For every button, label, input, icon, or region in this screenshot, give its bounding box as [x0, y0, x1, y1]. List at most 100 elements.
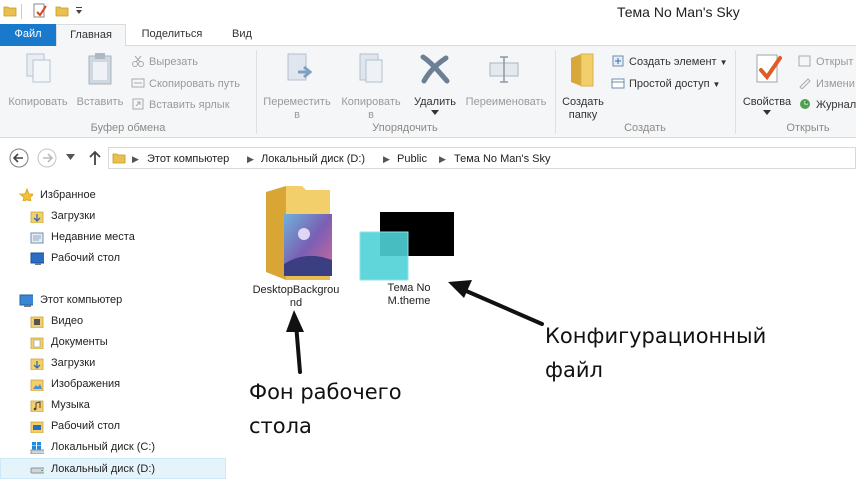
new-folder-label-2: папку [568, 109, 598, 121]
nav-documents[interactable]: Документы [0, 332, 226, 353]
ribbon-separator [735, 50, 736, 134]
qat-divider [21, 4, 22, 19]
arrow-to-theme-file [448, 280, 544, 326]
open-label: Открыт [816, 56, 854, 68]
tab-file[interactable]: Файл [0, 24, 56, 46]
properties-icon [756, 54, 782, 83]
easy-access-label: Простой доступ [629, 78, 710, 90]
nav-disk-d-label: Локальный диск (D:) [51, 463, 156, 475]
nav-fav-recent[interactable]: Недавние места [0, 227, 226, 248]
properties-button[interactable]: Свойства [739, 52, 795, 118]
breadcrumb-current-folder[interactable]: Тема No Man's Sky [454, 151, 550, 167]
nav-fav-downloads[interactable]: Загрузки [0, 206, 226, 227]
nav-pictures[interactable]: Изображения [0, 374, 226, 395]
properties-label: Свойства [742, 96, 792, 108]
new-item-dropdown-icon[interactable]: ▼ [720, 58, 728, 67]
paste-shortcut-label: Вставить ярлык [149, 99, 230, 111]
qat-dropdown-icon[interactable] [74, 6, 84, 16]
properties-dropdown-icon[interactable] [763, 110, 771, 116]
edit-label: Измени [816, 78, 855, 90]
new-folder-qat-icon[interactable] [55, 4, 69, 18]
nav-desktop[interactable]: Рабочий стол [0, 416, 226, 437]
easy-access-button[interactable]: Простой доступ ▼ [611, 76, 720, 92]
nav-this-pc[interactable]: Этот компьютер [0, 290, 226, 311]
address-box[interactable]: ▶ Этот компьютер ▶ Локальный диск (D:) ▶… [108, 147, 856, 169]
forward-icon[interactable] [36, 147, 58, 169]
nav-disk-c[interactable]: Локальный диск (C:) [0, 437, 226, 458]
music-folder-icon [30, 400, 44, 412]
nav-desktop-label: Рабочий стол [51, 420, 121, 432]
copy-path-button[interactable]: Скопировать путь [131, 76, 240, 92]
tab-view[interactable]: Вид [220, 24, 264, 46]
arrow-to-folder [286, 310, 304, 374]
tab-home[interactable]: Главная [56, 24, 126, 47]
desktop-folder-icon [30, 421, 44, 433]
nav-videos[interactable]: Видео [0, 311, 226, 332]
nav-music-label: Музыка [51, 399, 90, 411]
ribbon: Копировать Вставить Вырезать Скопировать… [0, 46, 856, 138]
nav-fav-downloads-label: Загрузки [51, 210, 96, 222]
copy-to-button[interactable]: Копировать в [336, 52, 406, 121]
new-folder-label-1: Создать [562, 96, 604, 108]
copy-to-label-2: в [368, 109, 374, 121]
copy-button[interactable]: Копировать [6, 52, 70, 114]
new-item-button[interactable]: Создать элемент ▼ [611, 54, 727, 70]
file-list: DesktopBackgrou nd Тема No M.theme Конфи… [232, 172, 856, 493]
chevron-right-icon[interactable]: ▶ [247, 151, 254, 167]
move-to-button[interactable]: Переместить в [260, 52, 334, 121]
up-arrow-icon[interactable] [87, 149, 103, 167]
nav-music[interactable]: Музыка [0, 395, 226, 416]
cut-button[interactable]: Вырезать [131, 54, 198, 70]
address-bar-row: ▶ Этот компьютер ▶ Локальный диск (D:) ▶… [0, 143, 856, 171]
paste-button[interactable]: Вставить [72, 52, 128, 114]
clipboard-group-label: Буфер обмена [90, 122, 166, 134]
easy-access-dropdown-icon[interactable]: ▼ [713, 80, 721, 89]
nav-downloads[interactable]: Загрузки [0, 353, 226, 374]
easy-access-icon [611, 77, 625, 89]
history-label: Журнал [816, 99, 856, 111]
properties-qat-icon[interactable] [32, 3, 48, 19]
nav-fav-desktop[interactable]: Рабочий стол [0, 248, 226, 269]
new-folder-button[interactable]: Создать папку [558, 52, 608, 121]
nav-favorites[interactable]: Избранное [0, 185, 226, 206]
back-icon[interactable] [8, 147, 30, 169]
nav-videos-label: Видео [51, 315, 84, 327]
annotation-bg-line-1: Фон рабочего [249, 380, 402, 404]
history-icon [798, 98, 812, 110]
downloads-folder-icon [30, 358, 44, 370]
rename-button[interactable]: Переименовать [460, 52, 552, 114]
navigation-pane: Избранное Загрузки Недавние места Рабочи… [0, 178, 228, 493]
folder-icon [112, 153, 126, 164]
open-group-label: Открыть [786, 122, 830, 134]
computer-icon [19, 294, 33, 307]
recent-locations-dropdown-icon[interactable] [66, 154, 75, 161]
downloads-folder-icon [30, 211, 44, 223]
history-button[interactable]: Журнал [798, 97, 856, 113]
ribbon-tabs: Файл Главная Поделиться Вид [0, 24, 856, 47]
copy-to-icon [359, 53, 383, 83]
nav-this-pc-label: Этот компьютер [40, 294, 123, 306]
nav-disk-d[interactable]: Локальный диск (D:) [0, 458, 226, 479]
chevron-right-icon[interactable]: ▶ [132, 151, 139, 167]
chevron-right-icon[interactable]: ▶ [383, 151, 390, 167]
breadcrumb-public[interactable]: Public [397, 151, 427, 167]
move-to-label-2: в [294, 109, 300, 121]
nav-disk-c-label: Локальный диск (C:) [51, 441, 156, 453]
nav-pictures-label: Изображения [51, 378, 121, 390]
tab-share[interactable]: Поделиться [130, 24, 214, 46]
chevron-right-icon[interactable]: ▶ [439, 151, 446, 167]
documents-folder-icon [30, 337, 44, 349]
organize-group-label: Упорядочить [372, 122, 438, 134]
breadcrumb-disk-d[interactable]: Локальный диск (D:) [261, 151, 365, 167]
delete-dropdown-icon[interactable] [431, 110, 439, 116]
edit-button[interactable]: Измени [798, 76, 855, 92]
breadcrumb-this-pc[interactable]: Этот компьютер [147, 151, 229, 167]
new-item-icon [611, 55, 625, 67]
paste-shortcut-button[interactable]: Вставить ярлык [131, 97, 230, 113]
move-to-label-1: Переместить [263, 96, 331, 108]
paste-label: Вставить [76, 96, 124, 108]
nav-fav-desktop-label: Рабочий стол [51, 252, 121, 264]
copy-path-label: Скопировать путь [149, 78, 240, 90]
open-button[interactable]: Открыт [798, 54, 853, 70]
delete-button[interactable]: Удалить [408, 52, 462, 118]
